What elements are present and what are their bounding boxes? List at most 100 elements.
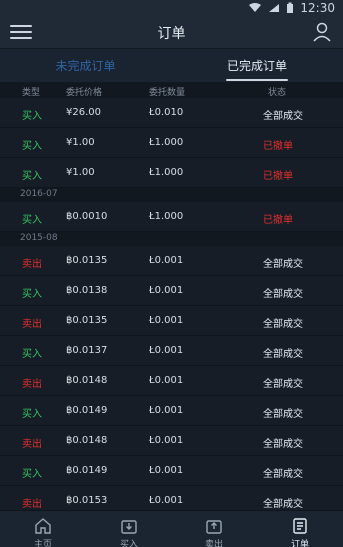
order-quantity: Ł0.001 bbox=[149, 315, 184, 326]
order-row[interactable]: 买入 ¥1.00 Ł1.000 已撤单 bbox=[0, 158, 343, 188]
order-price: ฿0.0135 bbox=[66, 315, 108, 326]
nav-label: 主页 bbox=[33, 540, 52, 547]
col-price: 委托价格 bbox=[66, 88, 103, 98]
order-status: 全部成交 bbox=[263, 409, 303, 420]
order-row[interactable]: 买入 ฿0.0010 Ł1.000 已撤单 bbox=[0, 202, 343, 232]
order-price: ฿0.0153 bbox=[66, 495, 108, 506]
order-type: 卖出 bbox=[22, 259, 42, 270]
order-row[interactable]: 买入 ¥1.00 Ł1.000 已撤单 bbox=[0, 128, 343, 158]
date-section-header: 2015-08 bbox=[0, 232, 343, 246]
order-status: 全部成交 bbox=[263, 111, 303, 122]
order-price: ฿0.0149 bbox=[66, 405, 108, 416]
order-type: 买入 bbox=[22, 409, 42, 420]
order-quantity: Ł0.001 bbox=[149, 375, 184, 386]
nav-buy[interactable]: 买入 bbox=[86, 511, 172, 547]
tab-pending-orders[interactable]: 未完成订单 bbox=[0, 49, 171, 83]
active-tab-underline bbox=[226, 79, 288, 81]
order-row[interactable]: 买入 ฿0.0149 Ł0.001 全部成交 bbox=[0, 456, 343, 486]
nav-orders[interactable]: 订单 bbox=[257, 511, 343, 547]
wifi-icon bbox=[249, 3, 262, 12]
order-type: 卖出 bbox=[22, 499, 42, 510]
order-type: 买入 bbox=[22, 141, 42, 152]
order-quantity: Ł0.001 bbox=[149, 435, 184, 446]
tab-label: 已完成订单 bbox=[226, 59, 287, 73]
order-status: 已撤单 bbox=[263, 171, 293, 182]
home-icon bbox=[35, 518, 51, 534]
order-quantity: Ł1.000 bbox=[149, 137, 184, 148]
order-status: 全部成交 bbox=[263, 379, 303, 390]
order-type: 卖出 bbox=[22, 319, 42, 330]
date-section-label: 2015-08 bbox=[20, 233, 58, 243]
order-type: 买入 bbox=[22, 349, 42, 360]
order-price: ฿0.0138 bbox=[66, 285, 108, 296]
order-quantity: Ł1.000 bbox=[149, 211, 184, 222]
order-price: ฿0.0148 bbox=[66, 375, 108, 386]
order-tabs: 未完成订单 已完成订单 bbox=[0, 48, 343, 82]
order-row[interactable]: 卖出 ฿0.0135 Ł0.001 全部成交 bbox=[0, 246, 343, 276]
user-icon[interactable] bbox=[311, 21, 333, 43]
order-type: 买入 bbox=[22, 469, 42, 480]
order-row[interactable]: 卖出 ฿0.0153 Ł0.001 全部成交 bbox=[0, 486, 343, 510]
order-price: ¥1.00 bbox=[66, 137, 95, 148]
order-price: ฿0.0135 bbox=[66, 255, 108, 266]
buy-icon bbox=[121, 520, 137, 534]
col-quantity: 委托数量 bbox=[149, 88, 186, 98]
signal-icon bbox=[269, 4, 280, 12]
order-row[interactable]: 卖出 ฿0.0135 Ł0.001 全部成交 bbox=[0, 306, 343, 336]
orders-icon bbox=[293, 518, 307, 534]
order-price: ฿0.0149 bbox=[66, 465, 108, 476]
order-quantity: Ł1.000 bbox=[149, 167, 184, 178]
orders-header: 类型 委托价格 委托数量 状态 bbox=[0, 82, 343, 98]
battery-icon bbox=[287, 2, 294, 13]
col-type: 类型 bbox=[22, 88, 41, 98]
nav-label: 订单 bbox=[290, 540, 309, 547]
order-row[interactable]: 买入 ฿0.0137 Ł0.001 全部成交 bbox=[0, 336, 343, 366]
order-type: 买入 bbox=[22, 215, 42, 226]
order-type: 卖出 bbox=[22, 379, 42, 390]
nav-sell[interactable]: 卖出 bbox=[171, 511, 257, 547]
order-price: ¥26.00 bbox=[66, 107, 101, 118]
order-price: ¥1.00 bbox=[66, 167, 95, 178]
order-status: 全部成交 bbox=[263, 499, 303, 510]
order-row[interactable]: 买入 ¥26.00 Ł0.010 全部成交 bbox=[0, 98, 343, 128]
order-quantity: Ł0.001 bbox=[149, 285, 184, 296]
order-type: 卖出 bbox=[22, 439, 42, 450]
order-status: 全部成交 bbox=[263, 259, 303, 270]
top-bar: 订单 bbox=[0, 16, 343, 48]
order-type: 买入 bbox=[22, 111, 42, 122]
tab-label: 未完成订单 bbox=[55, 59, 116, 73]
order-price: ฿0.0010 bbox=[66, 211, 108, 222]
status-bar-right: 12:30 bbox=[248, 1, 335, 15]
orders-list: 类型 委托价格 委托数量 状态 买入 ¥26.00 Ł0.010 全部成交 买入… bbox=[0, 82, 343, 510]
page-title: 订单 bbox=[157, 26, 186, 42]
order-status: 全部成交 bbox=[263, 349, 303, 360]
order-quantity: Ł0.001 bbox=[149, 465, 184, 476]
order-quantity: Ł0.001 bbox=[149, 495, 184, 506]
nav-label: 买入 bbox=[119, 540, 138, 547]
bottom-nav: 主页 买入 卖出 订单 bbox=[0, 510, 343, 547]
nav-home[interactable]: 主页 bbox=[0, 511, 86, 547]
order-status: 全部成交 bbox=[263, 469, 303, 480]
order-price: ฿0.0148 bbox=[66, 435, 108, 446]
order-quantity: Ł0.001 bbox=[149, 405, 184, 416]
order-row[interactable]: 卖出 ฿0.0148 Ł0.001 全部成交 bbox=[0, 426, 343, 456]
order-type: 买入 bbox=[22, 171, 42, 182]
status-time: 12:30 bbox=[300, 1, 335, 15]
tab-completed-orders[interactable]: 已完成订单 bbox=[171, 49, 343, 83]
order-status: 全部成交 bbox=[263, 289, 303, 300]
order-row[interactable]: 卖出 ฿0.0148 Ł0.001 全部成交 bbox=[0, 366, 343, 396]
date-section-header: 2016-07 bbox=[0, 188, 343, 202]
order-quantity: Ł0.001 bbox=[149, 345, 184, 356]
order-row[interactable]: 买入 ฿0.0138 Ł0.001 全部成交 bbox=[0, 276, 343, 306]
order-status: 已撤单 bbox=[263, 141, 293, 152]
order-status: 全部成交 bbox=[263, 319, 303, 330]
order-quantity: Ł0.001 bbox=[149, 255, 184, 266]
status-bar: 12:30 bbox=[0, 0, 343, 16]
sell-icon bbox=[206, 520, 222, 534]
order-row[interactable]: 买入 ฿0.0149 Ł0.001 全部成交 bbox=[0, 396, 343, 426]
order-type: 买入 bbox=[22, 289, 42, 300]
col-status: 状态 bbox=[268, 88, 287, 98]
date-section-label: 2016-07 bbox=[20, 189, 58, 199]
order-quantity: Ł0.010 bbox=[149, 107, 184, 118]
order-status: 全部成交 bbox=[263, 439, 303, 450]
